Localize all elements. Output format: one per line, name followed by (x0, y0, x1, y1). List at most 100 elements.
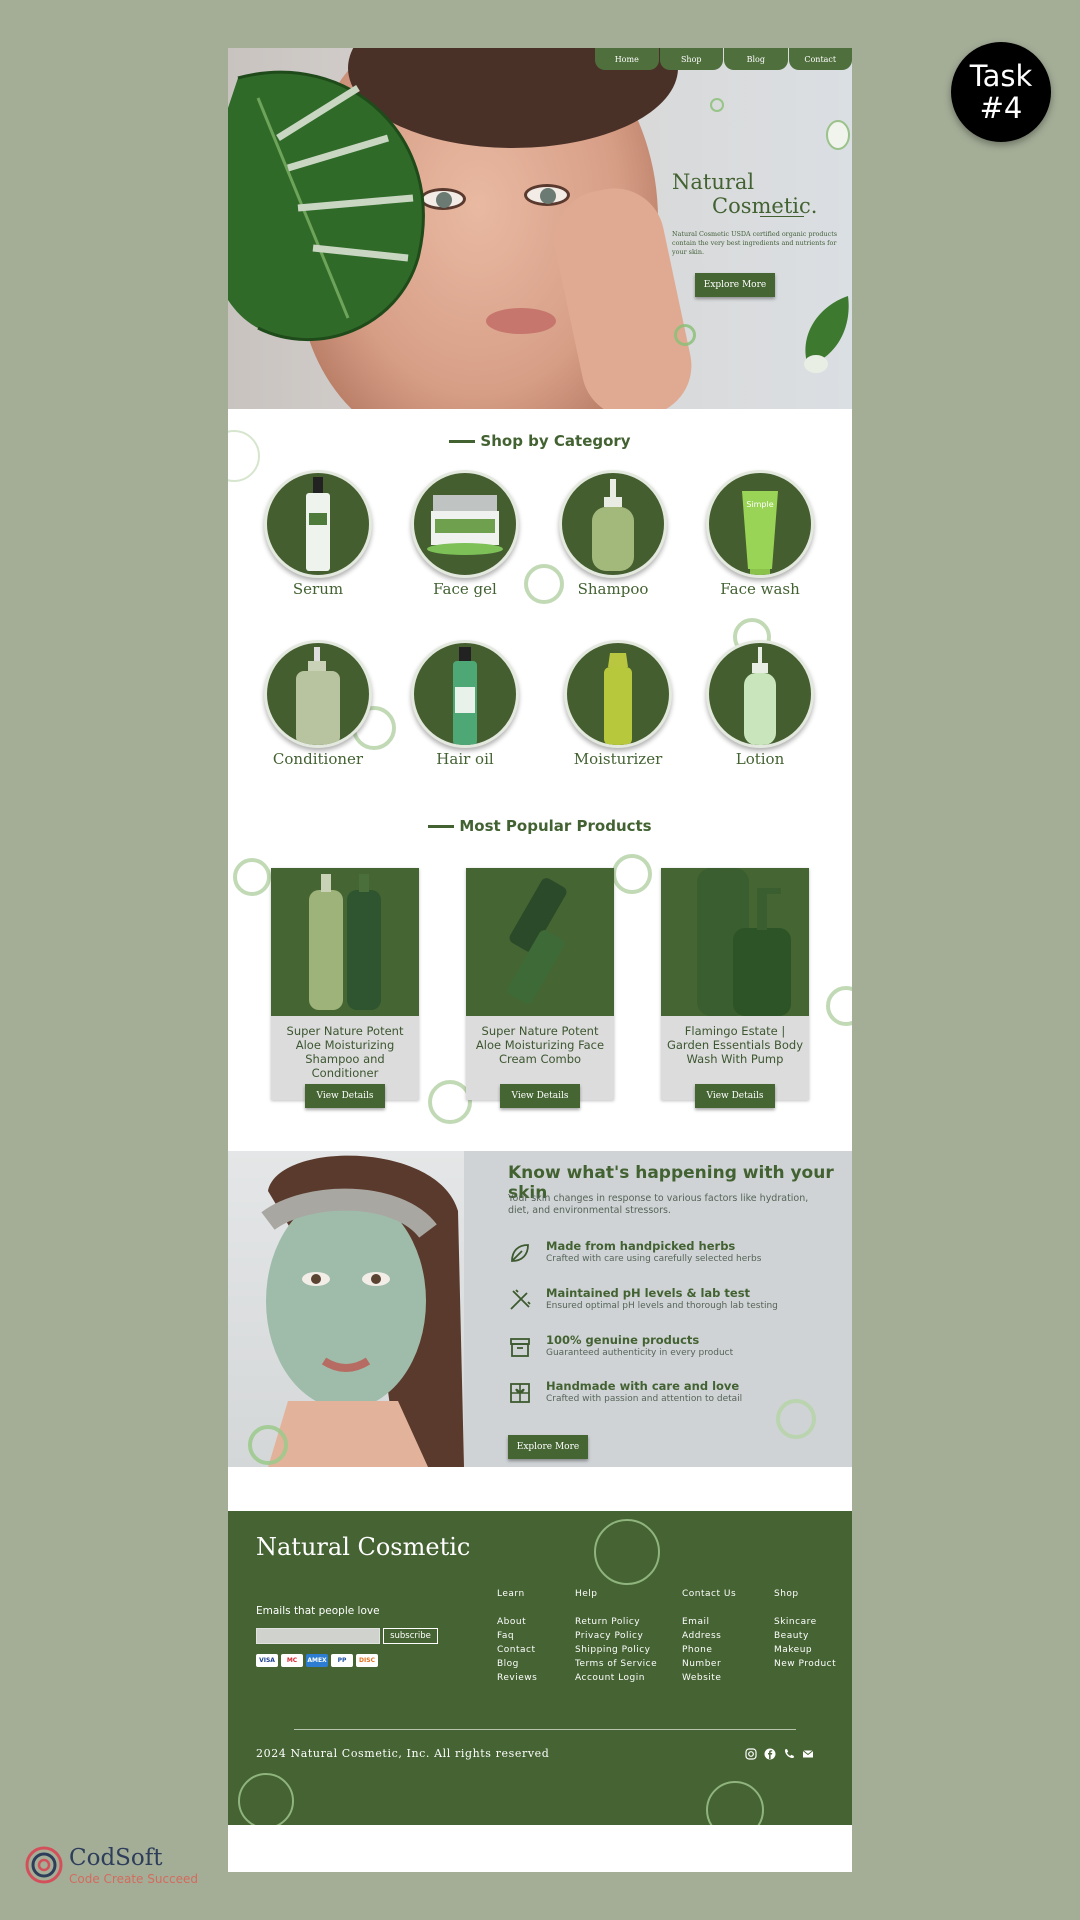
heading-bar (428, 825, 455, 828)
product-card[interactable]: Flamingo Estate | Garden Essentials Body… (661, 868, 809, 1108)
category-image: Simple (706, 470, 814, 578)
view-details-button[interactable]: View Details (695, 1084, 775, 1108)
view-details-button[interactable]: View Details (500, 1084, 580, 1108)
product-name: Super Nature Potent Aloe Moisturizing Sh… (286, 1024, 404, 1080)
mastercard-icon: MC (281, 1654, 303, 1667)
footer-link[interactable]: Phone (682, 1643, 736, 1657)
decorative-ring (674, 324, 696, 346)
footer-link[interactable]: Number (682, 1657, 736, 1671)
footer-link[interactable]: Reviews (497, 1671, 537, 1685)
category-face-gel[interactable]: Face gel (410, 470, 520, 598)
footer-link[interactable]: Beauty (774, 1629, 836, 1643)
footer-brand: Natural Cosmetic (256, 1533, 471, 1561)
skin-section: Know what's happening with your skin You… (228, 1151, 852, 1467)
paypal-icon: PP (331, 1654, 353, 1667)
codsoft-tagline: Code Create Succeed (69, 1872, 199, 1886)
feature-item: Handmade with care and love Crafted with… (508, 1379, 838, 1419)
footer-link[interactable]: Skincare (774, 1615, 836, 1629)
product-image (466, 868, 614, 1016)
category-serum[interactable]: Serum (263, 470, 373, 598)
footer-divider (294, 1729, 796, 1730)
footer: Natural Cosmetic Emails that people love… (228, 1511, 852, 1825)
hero-explore-button[interactable]: Explore More (695, 273, 775, 297)
category-hair-oil[interactable]: Hair oil (410, 640, 520, 768)
oil-bottle-icon (453, 647, 477, 745)
shampoo-bottle-icon (592, 479, 634, 571)
footer-link[interactable]: Contact (497, 1643, 537, 1657)
category-lotion[interactable]: Lotion (705, 640, 815, 768)
monstera-leaf-icon (228, 70, 425, 342)
skin-explore-button[interactable]: Explore More (508, 1435, 588, 1459)
footer-link[interactable]: Blog (497, 1657, 537, 1671)
footer-link[interactable]: Makeup (774, 1643, 836, 1657)
footer-link[interactable]: Account Login (575, 1671, 657, 1685)
view-details-button[interactable]: View Details (305, 1084, 385, 1108)
test-tube-icon (510, 1289, 531, 1310)
phone-icon[interactable] (783, 1748, 795, 1760)
product-name: Super Nature Potent Aloe Moisturizing Fa… (475, 1024, 605, 1066)
hero-title-line1: Natural (672, 170, 755, 194)
footer-link[interactable]: New Product (774, 1657, 836, 1671)
footer-column-heading: Help (575, 1589, 598, 1599)
footer-link[interactable]: Privacy Policy (575, 1629, 657, 1643)
nav-shop[interactable]: Shop (659, 48, 723, 70)
conditioner-bottle-icon (296, 647, 340, 745)
footer-column-shop: Shop Skincare Beauty Makeup New Product (774, 1589, 836, 1671)
nav-contact[interactable]: Contact (788, 48, 852, 70)
serum-bottle-icon (306, 477, 330, 571)
footer-link[interactable]: Address (682, 1629, 736, 1643)
category-moisturizer[interactable]: Moisturizer (563, 640, 673, 768)
feature-title: Maintained pH levels & lab test (546, 1286, 751, 1300)
task-badge-line1: Task (969, 59, 1033, 93)
footer-link[interactable]: Terms of Service (575, 1657, 657, 1671)
mask-woman-image (228, 1151, 464, 1467)
product-card[interactable]: Super Nature Potent Aloe Moisturizing Fa… (466, 868, 614, 1108)
mask-woman-icon (261, 1155, 464, 1467)
shampoo-set-icon (309, 874, 381, 1010)
footer-link[interactable]: Website (682, 1671, 736, 1685)
popular-heading-text: Most Popular Products (459, 817, 652, 835)
decorative-ring (248, 1425, 288, 1465)
footer-link[interactable]: Return Policy (575, 1615, 657, 1629)
decorative-ring (594, 1519, 660, 1585)
nav-home[interactable]: Home (595, 48, 659, 70)
email-input[interactable] (256, 1628, 380, 1644)
gift-icon (510, 1383, 530, 1403)
category-image (264, 640, 372, 748)
feature-title: Made from handpicked herbs (546, 1239, 736, 1253)
small-leaf-icon (804, 296, 849, 373)
decorative-ring (233, 858, 271, 896)
subscribe-button[interactable]: subscribe (383, 1628, 438, 1644)
hero-description: Natural Cosmetic USDA certified organic … (672, 230, 838, 256)
nav-blog[interactable]: Blog (724, 48, 788, 70)
codsoft-logo-icon (25, 1846, 63, 1884)
footer-link[interactable]: Email (682, 1615, 736, 1629)
category-face-wash[interactable]: Simple Face wash (705, 470, 815, 598)
heading-bar (449, 440, 476, 443)
category-label: Moisturizer (573, 750, 663, 768)
page-card: Home Shop Blog Contact Natural Cosmetic.… (228, 48, 852, 1872)
face-cream-tubes-icon (507, 878, 567, 1004)
footer-link[interactable]: Shipping Policy (575, 1643, 657, 1657)
category-conditioner[interactable]: Conditioner (263, 640, 373, 768)
category-shampoo[interactable]: Shampoo (558, 470, 668, 598)
visa-icon: VISA (256, 1654, 278, 1667)
footer-link[interactable]: About (497, 1615, 537, 1629)
footer-link[interactable]: Faq (497, 1629, 537, 1643)
leaf-icon (511, 1244, 529, 1262)
popular-heading: Most Popular Products (228, 817, 852, 835)
leaf-sprig-icon (826, 120, 850, 150)
category-image (411, 470, 519, 578)
footer-column-help: Help Return Policy Privacy Policy Shippi… (575, 1589, 657, 1685)
copyright: 2024 Natural Cosmetic, Inc. All rights r… (256, 1747, 550, 1760)
feature-title: Handmade with care and love (546, 1379, 740, 1393)
category-image (559, 470, 667, 578)
hero-lips (486, 308, 556, 334)
category-image (564, 640, 672, 748)
category-label: Serum (292, 580, 344, 598)
facebook-icon[interactable] (764, 1748, 776, 1760)
moisturizer-bottle-icon (604, 653, 632, 745)
mail-icon[interactable] (802, 1748, 814, 1760)
instagram-icon[interactable] (745, 1748, 757, 1760)
product-card[interactable]: Super Nature Potent Aloe Moisturizing Sh… (271, 868, 419, 1108)
